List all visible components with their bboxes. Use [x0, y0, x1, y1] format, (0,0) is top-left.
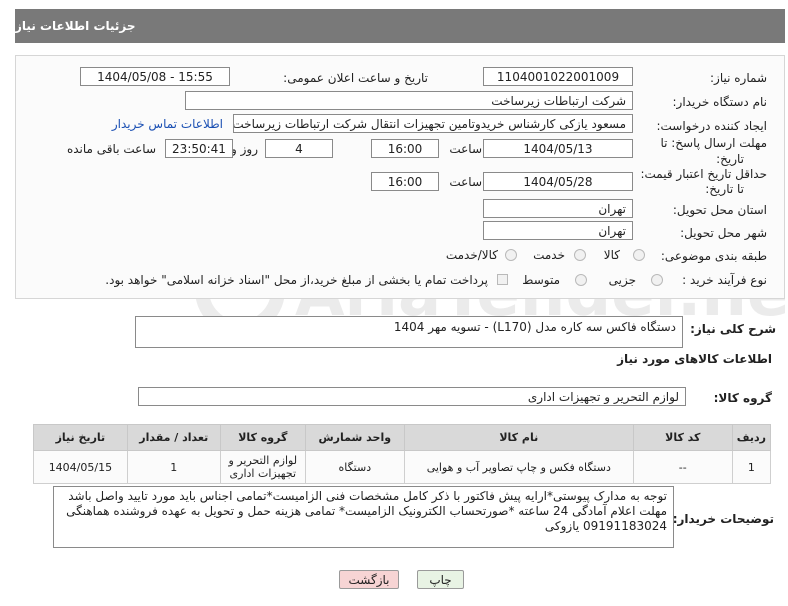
announce-datetime-field: 1404/05/08 - 15:55: [80, 67, 230, 86]
process-option-medium: متوسط: [522, 273, 560, 287]
col-name: نام کالا: [403, 424, 634, 451]
cell-need-date: 1404/05/15: [33, 450, 128, 484]
min-price-validity-label-date: تا تاریخ:: [705, 182, 744, 196]
remaining-days-field: 4: [265, 139, 333, 158]
print-button[interactable]: چاپ: [417, 570, 464, 589]
cell-name: دستگاه فکس و چاپ تصاویر آب و هوایی: [403, 450, 634, 484]
remaining-time-label: ساعت باقی مانده: [66, 142, 156, 156]
buyer-contact-link[interactable]: اطلاعات تماس خریدار: [112, 117, 223, 131]
goods-group-label: گروه کالا:: [713, 391, 772, 405]
treasury-payment-checkbox[interactable]: [497, 274, 508, 285]
process-option-minor: جزیی: [608, 273, 636, 287]
category-radio-service[interactable]: [574, 249, 586, 261]
need-number-field: 1104001022001009: [483, 67, 633, 86]
process-radio-minor[interactable]: [651, 274, 663, 286]
price-validity-date-field: 1404/05/28: [483, 172, 633, 191]
deadline-time-field: 16:00: [371, 139, 439, 158]
cell-group: لوازم التحریر و تجهیزات اداری: [219, 450, 306, 484]
deadline-date-field: 1404/05/13: [483, 139, 633, 158]
min-price-validity-label: حداقل تاریخ اعتبار قیمت:: [640, 167, 767, 181]
buyer-notes-label: توضیحات خریدار:: [672, 512, 774, 526]
goods-group-field: لوازم التحریر و تجهیزات اداری: [138, 387, 686, 406]
col-group: گروه کالا: [219, 424, 306, 451]
category-label: طبقه بندی موضوعی:: [660, 249, 767, 263]
creator-field: مسعود یازکی کارشناس خریدوتامین تجهیزات ا…: [233, 114, 633, 133]
city-label: شهر محل تحویل:: [680, 226, 767, 240]
need-number-label: شماره نیاز:: [710, 71, 767, 85]
col-need-date: تاریخ نیاز: [33, 424, 128, 451]
category-radio-goods-service[interactable]: [505, 249, 517, 261]
col-quantity: تعداد / مقدار: [126, 424, 221, 451]
category-option-service: خدمت: [533, 248, 565, 262]
category-option-goods-service: کالا/خدمت: [445, 248, 498, 262]
price-validity-time-field: 16:00: [371, 172, 439, 191]
page-title: جزئیات اطلاعات نیاز: [15, 19, 136, 33]
description-label: شرح کلی نیاز:: [690, 322, 776, 336]
deadline-label: مهلت ارسال پاسخ: تا: [660, 136, 767, 150]
cell-unit: دستگاه: [304, 450, 405, 484]
col-unit: واحد شمارش: [304, 424, 405, 451]
remaining-days-label: روز و: [231, 142, 258, 156]
price-validity-time-label: ساعت: [449, 175, 482, 189]
deadline-label-date: تاریخ:: [716, 152, 744, 166]
process-radio-medium[interactable]: [575, 274, 587, 286]
col-code: کد کالا: [632, 424, 733, 451]
province-label: استان محل تحویل:: [672, 203, 767, 217]
goods-table: ردیف کد کالا نام کالا واحد شمارش گروه کا…: [33, 424, 772, 484]
goods-section-title: اطلاعات کالاهای مورد نیاز: [617, 352, 772, 366]
cell-row: 1: [731, 450, 772, 484]
cell-quantity: 1: [126, 450, 221, 484]
col-row: ردیف: [731, 424, 772, 451]
description-text: دستگاه فاکس سه کاره مدل (L170) - تسویه م…: [393, 320, 676, 334]
description-field: دستگاه فاکس سه کاره مدل (L170) - تسویه م…: [135, 316, 683, 348]
announce-datetime-label: تاریخ و ساعت اعلان عمومی:: [283, 71, 428, 85]
page-header: جزئیات اطلاعات نیاز: [15, 9, 785, 43]
back-button[interactable]: بازگشت: [339, 570, 399, 589]
province-field: تهران: [483, 199, 633, 218]
category-radio-goods[interactable]: [633, 249, 645, 261]
category-option-goods: کالا: [603, 248, 620, 262]
cell-code: --: [632, 450, 733, 484]
deadline-time-label: ساعت: [449, 142, 482, 156]
city-field: تهران: [483, 221, 633, 240]
creator-label: ایجاد کننده درخواست:: [656, 119, 767, 133]
process-label: نوع فرآیند خرید :: [682, 273, 767, 287]
remaining-time-field: 23:50:41: [165, 139, 233, 158]
table-row: 1 -- دستگاه فکس و چاپ تصاویر آب و هوایی …: [33, 450, 772, 484]
buyer-notes-field: توجه به مدارک پیوستی*ارایه پیش فاکتور با…: [53, 486, 674, 548]
buyer-org-label: نام دستگاه خریدار:: [672, 95, 768, 109]
treasury-payment-text: پرداخت تمام یا بخشی از مبلغ خرید،از محل …: [105, 273, 488, 287]
goods-table-header: ردیف کد کالا نام کالا واحد شمارش گروه کا…: [33, 424, 772, 451]
buyer-org-field: شرکت ارتباطات زیرساخت: [185, 91, 633, 110]
